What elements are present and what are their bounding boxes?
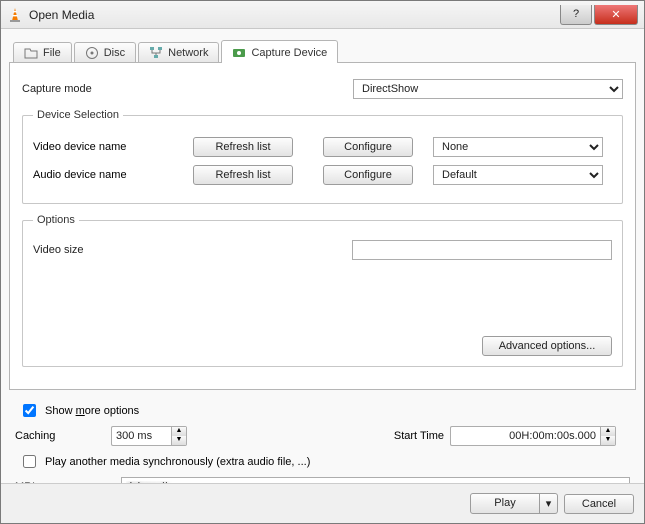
network-icon <box>149 46 163 60</box>
dialog-footer: Play ▾ Cancel <box>1 483 644 523</box>
audio-configure-button[interactable]: Configure <box>323 165 413 185</box>
capture-icon <box>232 46 246 60</box>
video-configure-button[interactable]: Configure <box>323 137 413 157</box>
tab-capture-device[interactable]: Capture Device <box>221 40 338 63</box>
play-button[interactable]: Play <box>470 493 540 514</box>
audio-device-row: Audio device name Refresh list Configure… <box>33 165 612 185</box>
folder-icon <box>24 46 38 60</box>
caching-up-icon[interactable]: ▲ <box>172 427 186 436</box>
audio-refresh-button[interactable]: Refresh list <box>193 165 293 185</box>
disc-icon <box>85 46 99 60</box>
window-controls: ? ✕ <box>560 5 638 25</box>
video-size-row: Video size <box>33 240 612 260</box>
play-split-button: Play ▾ <box>470 493 558 514</box>
video-device-label: Video device name <box>33 141 193 153</box>
play-dropdown-button[interactable]: ▾ <box>540 493 558 514</box>
titlebar: Open Media ? ✕ <box>1 1 644 29</box>
advanced-options-button[interactable]: Advanced options... <box>482 336 612 356</box>
capture-mode-select[interactable]: DirectShow <box>353 79 623 99</box>
video-device-select[interactable]: None <box>433 137 603 157</box>
starttime-label: Start Time <box>364 430 444 442</box>
starttime-down-icon[interactable]: ▼ <box>601 436 615 445</box>
vlc-cone-icon <box>7 7 23 23</box>
options-group: Options Video size Advanced options... <box>22 214 623 367</box>
audio-device-select[interactable]: Default <box>433 165 603 185</box>
caching-starttime-row: Caching ▲ ▼ Start Time ▲ ▼ <box>15 426 630 446</box>
video-device-row: Video device name Refresh list Configure… <box>33 137 612 157</box>
play-another-label: Play another media synchronously (extra … <box>45 456 310 468</box>
play-another-checkbox[interactable] <box>23 455 36 468</box>
tab-disc[interactable]: Disc <box>74 42 136 63</box>
tab-network[interactable]: Network <box>138 42 219 63</box>
tab-disc-label: Disc <box>104 47 125 59</box>
more-options-area: Show more options Caching ▲ ▼ Start Time… <box>9 391 636 483</box>
audio-device-label: Audio device name <box>33 169 193 181</box>
video-size-label: Video size <box>33 244 143 256</box>
show-more-row: Show more options <box>19 401 626 420</box>
tab-file-label: File <box>43 47 61 59</box>
capture-mode-row: Capture mode DirectShow <box>22 79 623 99</box>
device-selection-legend: Device Selection <box>33 109 123 121</box>
capture-panel: Capture mode DirectShow Device Selection… <box>9 62 636 390</box>
advanced-row: Advanced options... <box>33 336 612 356</box>
play-another-row: Play another media synchronously (extra … <box>19 452 626 471</box>
starttime-spin-buttons: ▲ ▼ <box>600 426 616 446</box>
show-more-label: Show more options <box>45 405 139 417</box>
open-media-dialog: Open Media ? ✕ File Disc Network Capture… <box>0 0 645 524</box>
starttime-input[interactable] <box>450 426 600 446</box>
device-selection-group: Device Selection Video device name Refre… <box>22 109 623 204</box>
tab-bar: File Disc Network Capture Device <box>13 39 636 63</box>
caching-spin-buttons: ▲ ▼ <box>171 426 187 446</box>
tab-network-label: Network <box>168 47 208 59</box>
chevron-down-icon: ▾ <box>546 498 552 510</box>
cancel-button[interactable]: Cancel <box>564 494 634 514</box>
caching-input[interactable] <box>111 426 171 446</box>
show-more-checkbox[interactable] <box>23 404 36 417</box>
close-button[interactable]: ✕ <box>594 5 638 25</box>
starttime-up-icon[interactable]: ▲ <box>601 427 615 436</box>
starttime-spinner[interactable]: ▲ ▼ <box>450 426 630 446</box>
dialog-body: File Disc Network Capture Device Capture… <box>1 29 644 483</box>
tab-capture-label: Capture Device <box>251 47 327 59</box>
window-title: Open Media <box>29 8 560 22</box>
capture-mode-label: Capture mode <box>22 83 132 95</box>
video-refresh-button[interactable]: Refresh list <box>193 137 293 157</box>
caching-label: Caching <box>15 430 105 442</box>
caching-spinner[interactable]: ▲ ▼ <box>111 426 211 446</box>
video-size-input[interactable] <box>352 240 612 260</box>
options-legend: Options <box>33 214 79 226</box>
caching-down-icon[interactable]: ▼ <box>172 436 186 445</box>
help-button[interactable]: ? <box>560 5 592 25</box>
tab-file[interactable]: File <box>13 42 72 63</box>
